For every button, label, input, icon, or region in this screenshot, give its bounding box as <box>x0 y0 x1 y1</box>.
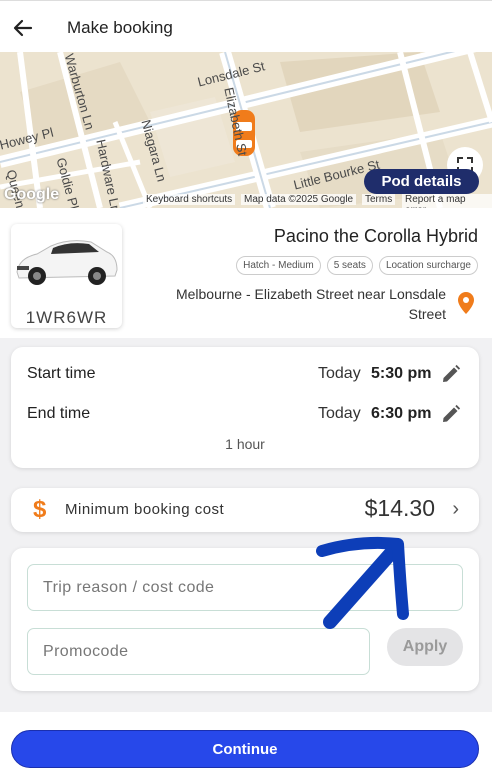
booking-duration: 1 hour <box>225 436 265 452</box>
apply-button[interactable]: Apply <box>387 628 463 666</box>
trip-reason-input[interactable] <box>27 564 463 611</box>
minimum-cost-row[interactable]: $ Minimum booking cost $14.30 › <box>11 488 479 532</box>
end-time-value: 6:30 pm <box>371 405 432 422</box>
edit-start-time-icon[interactable] <box>441 364 461 384</box>
footer-bar: Continue <box>0 712 492 781</box>
continue-button[interactable]: Continue <box>11 730 479 768</box>
car-name: Pacino the Corolla Hybrid <box>273 226 478 246</box>
start-time-label: Start time <box>27 365 96 382</box>
dollar-icon: $ <box>33 496 47 523</box>
chevron-right-icon: › <box>452 498 459 520</box>
cost-value: $14.30 <box>364 495 435 521</box>
car-location: Melbourne - Elizabeth Street near Lonsda… <box>175 286 446 322</box>
app-header: Make booking <box>0 0 492 52</box>
end-time-label: End time <box>27 405 91 422</box>
tag-chip: Hatch - Medium <box>236 256 321 275</box>
end-day: Today <box>318 405 361 422</box>
promocode-input[interactable] <box>27 628 370 675</box>
page-title: Make booking <box>67 18 173 37</box>
map-view[interactable]: Lonsdale St Elizabeth St Little Bourke S… <box>0 52 492 208</box>
location-pin-icon[interactable] <box>458 292 474 314</box>
booking-times-card: Start time Today 5:30 pm End time Today … <box>11 347 479 468</box>
start-day: Today <box>318 365 361 382</box>
car-tags: Hatch - Medium 5 seats Location surcharg… <box>236 256 478 275</box>
car-info-section: 1WR6WR Pacino the Corolla Hybrid Hatch -… <box>0 208 492 338</box>
booking-form-card: Apply <box>11 548 479 691</box>
car-image <box>16 240 118 285</box>
cost-label: Minimum booking cost <box>65 501 225 518</box>
tag-chip: Location surcharge <box>378 256 478 275</box>
car-thumbnail: 1WR6WR <box>11 224 122 328</box>
start-time-value: 5:30 pm <box>371 365 432 382</box>
tag-chip: 5 seats <box>326 256 373 275</box>
map-data-text: Map data ©2025 Google <box>241 194 357 205</box>
map-attribution: Keyboard shortcuts Map data ©2025 Google… <box>0 191 492 208</box>
license-plate: 1WR6WR <box>25 308 108 327</box>
edit-end-time-icon[interactable] <box>441 404 461 424</box>
report-map-error-link[interactable]: Report a map error <box>402 194 492 208</box>
terms-link[interactable]: Terms <box>362 194 396 205</box>
keyboard-shortcuts-link[interactable]: Keyboard shortcuts <box>143 194 236 205</box>
arrow-left-icon[interactable] <box>10 15 36 41</box>
